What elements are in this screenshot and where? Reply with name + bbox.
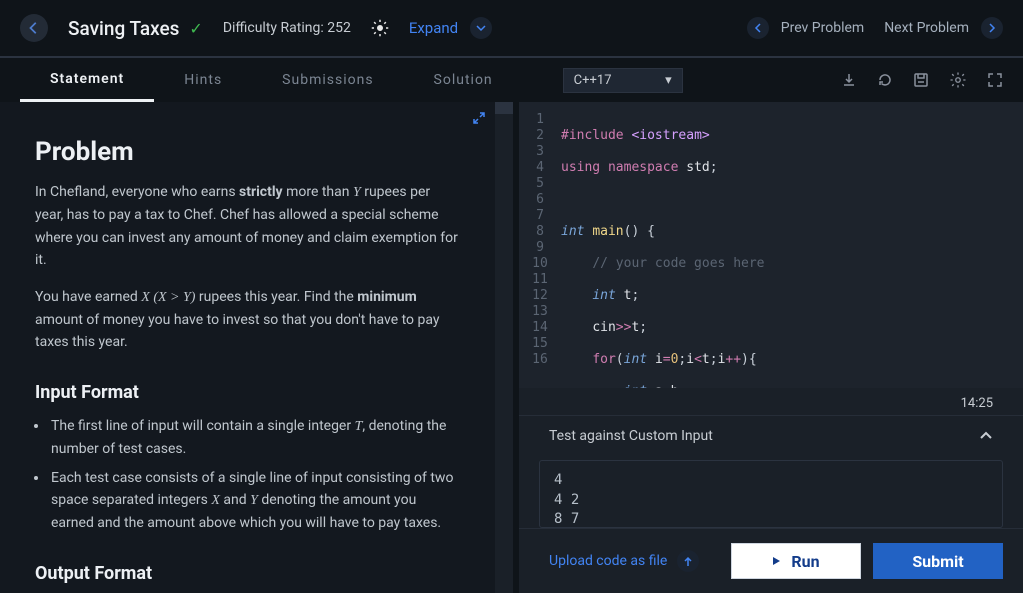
subheader: Statement Hints Submissions Solution C++… <box>0 58 1023 102</box>
upload-code-link[interactable]: Upload code as file <box>539 550 699 572</box>
list-item: The first line of input will contain a s… <box>49 415 460 461</box>
tab-hints[interactable]: Hints <box>154 58 252 102</box>
editor-toolbar <box>841 71 1003 89</box>
language-select[interactable]: C++17 ▾ <box>563 68 683 93</box>
line-gutter: 12345678910111213141516 <box>519 102 561 388</box>
chevron-up-icon <box>979 429 993 443</box>
code-area[interactable]: #include <iostream> using namespace std;… <box>561 102 780 388</box>
main: Problem In Chefland, everyone who earns … <box>0 102 1023 593</box>
solved-check-icon: ✓ <box>189 19 202 38</box>
editor-panel: 12345678910111213141516 #include <iostre… <box>519 102 1023 593</box>
chevron-down-icon <box>470 17 492 39</box>
input-format-list: The first line of input will contain a s… <box>49 415 460 535</box>
problem-heading: Problem <box>35 137 460 167</box>
scrollbar[interactable] <box>495 102 513 593</box>
page-title: Saving Taxes ✓ <box>68 17 203 40</box>
prev-problem-link[interactable]: Prev Problem <box>747 17 864 39</box>
tab-submissions[interactable]: Submissions <box>252 58 403 102</box>
input-format-heading: Input Format <box>35 382 460 403</box>
problem-panel: Problem In Chefland, everyone who earns … <box>0 102 495 593</box>
custom-input-textarea[interactable]: 4 4 2 8 7 <box>539 460 1003 528</box>
chevron-right-icon <box>981 17 1003 39</box>
save-icon[interactable] <box>913 72 929 88</box>
reset-icon[interactable] <box>877 72 893 88</box>
custom-input-toggle[interactable]: Test against Custom Input <box>519 415 1023 452</box>
expand-button[interactable]: Expand <box>409 17 492 39</box>
fullscreen-icon[interactable] <box>987 72 1003 88</box>
back-button[interactable] <box>20 14 48 42</box>
settings-icon[interactable] <box>949 71 967 89</box>
upload-icon <box>677 550 699 572</box>
tab-statement[interactable]: Statement <box>20 58 154 102</box>
theme-toggle-icon[interactable] <box>371 19 389 37</box>
next-problem-link[interactable]: Next Problem <box>884 17 1003 39</box>
tab-solution[interactable]: Solution <box>404 58 523 102</box>
list-item: Each test case consists of a single line… <box>49 467 460 535</box>
panel-expand-icon[interactable] <box>473 112 485 124</box>
problem-para-2: You have earned X (X > Y) rupees this ye… <box>35 286 460 354</box>
header: Saving Taxes ✓ Difficulty Rating: 252 Ex… <box>0 0 1023 56</box>
dropdown-caret-icon: ▾ <box>665 73 672 88</box>
play-icon <box>772 556 781 566</box>
difficulty-rating: Difficulty Rating: 252 <box>223 20 351 36</box>
footer: Upload code as file Run Submit <box>519 528 1023 593</box>
download-icon[interactable] <box>841 72 857 88</box>
output-format-heading: Output Format <box>35 563 460 584</box>
timer: 14:25 <box>519 388 1023 415</box>
run-button[interactable]: Run <box>731 543 861 579</box>
problem-para-1: In Chefland, everyone who earns strictly… <box>35 181 460 272</box>
submit-button[interactable]: Submit <box>873 543 1003 579</box>
code-editor[interactable]: 12345678910111213141516 #include <iostre… <box>519 102 1023 388</box>
chevron-left-icon <box>747 17 769 39</box>
